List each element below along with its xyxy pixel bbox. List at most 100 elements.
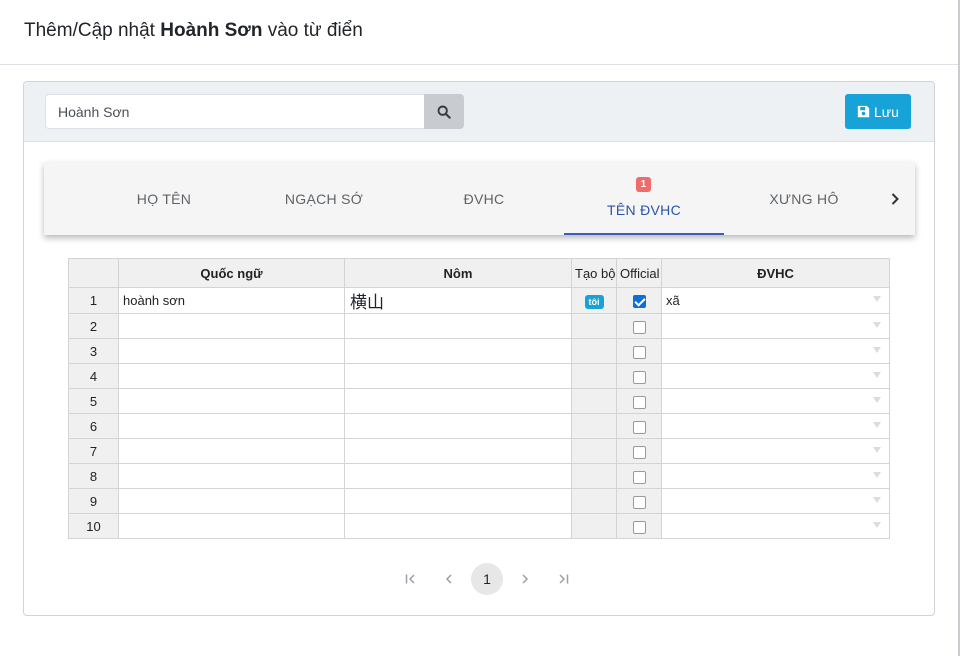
quoc-ngu-cell[interactable] bbox=[118, 313, 345, 339]
tabs-next-button[interactable] bbox=[885, 187, 905, 211]
quoc-ngu-cell[interactable]: hoành sơn bbox=[118, 287, 345, 314]
last-page-icon bbox=[559, 574, 569, 584]
nom-cell[interactable] bbox=[344, 388, 572, 414]
official-cell bbox=[616, 413, 662, 439]
tao-bo-cell[interactable] bbox=[571, 413, 617, 439]
nom-cell[interactable]: 横山 bbox=[344, 287, 572, 314]
dropdown-arrow-icon bbox=[873, 372, 881, 378]
row-number: 9 bbox=[68, 488, 119, 514]
row-number-header bbox=[68, 258, 119, 288]
dvhc-select-cell[interactable]: xã bbox=[661, 287, 890, 314]
tao-bo-cell[interactable] bbox=[571, 513, 617, 539]
official-cell bbox=[616, 513, 662, 539]
official-cell bbox=[616, 488, 662, 514]
dvhc-select-cell[interactable] bbox=[661, 363, 890, 389]
table-row: 4 bbox=[68, 363, 890, 389]
row-number: 7 bbox=[68, 438, 119, 464]
quoc-ngu-cell[interactable] bbox=[118, 388, 345, 414]
dvhc-select-cell[interactable] bbox=[661, 388, 890, 414]
table-header-row: Quốc ngữ Nôm Tạo bộ Official ĐVHC bbox=[68, 258, 890, 288]
nom-cell[interactable] bbox=[344, 313, 572, 339]
dvhc-select-cell[interactable] bbox=[661, 413, 890, 439]
table-row: 7 bbox=[68, 438, 890, 464]
tao-bo-cell[interactable] bbox=[571, 463, 617, 489]
official-checkbox[interactable] bbox=[632, 420, 646, 434]
official-checkbox[interactable] bbox=[632, 320, 646, 334]
dropdown-arrow-icon bbox=[873, 397, 881, 403]
tab-ngach-so[interactable]: NGẠCH SỚ bbox=[244, 162, 404, 235]
official-checkbox[interactable] bbox=[632, 395, 646, 409]
dvhc-header[interactable]: ĐVHC bbox=[661, 258, 890, 288]
table-row: 8 bbox=[68, 463, 890, 489]
tab-ho-ten[interactable]: HỌ TÊN bbox=[84, 162, 244, 235]
tao-bo-cell[interactable] bbox=[571, 338, 617, 364]
nom-cell[interactable] bbox=[344, 488, 572, 514]
nom-cell[interactable] bbox=[344, 413, 572, 439]
dvhc-select-cell[interactable] bbox=[661, 338, 890, 364]
floppy-disk-icon bbox=[857, 105, 870, 118]
tao-bo-cell[interactable] bbox=[571, 388, 617, 414]
names-table: Quốc ngữ Nôm Tạo bộ Official ĐVHC 1 hoành… bbox=[68, 258, 890, 539]
quoc-ngu-cell[interactable] bbox=[118, 338, 345, 364]
nom-header[interactable]: Nôm bbox=[344, 258, 572, 288]
page-button-current[interactable]: 1 bbox=[471, 563, 503, 595]
first-page-button[interactable] bbox=[392, 563, 430, 595]
tab-dvhc[interactable]: ĐVHC bbox=[404, 162, 564, 235]
quoc-ngu-cell[interactable] bbox=[118, 363, 345, 389]
last-page-button[interactable] bbox=[544, 563, 582, 595]
dvhc-select-cell[interactable] bbox=[661, 463, 890, 489]
tao-bo-tag[interactable]: tôi bbox=[584, 294, 604, 309]
dvhc-select-cell[interactable] bbox=[661, 313, 890, 339]
tab-label: HỌ TÊN bbox=[136, 190, 192, 207]
nom-cell[interactable] bbox=[344, 438, 572, 464]
dropdown-arrow-icon bbox=[873, 447, 881, 453]
tao-bo-cell[interactable] bbox=[571, 363, 617, 389]
save-button[interactable]: Lưu bbox=[845, 94, 911, 129]
next-page-button[interactable] bbox=[506, 563, 544, 595]
tao-bo-cell[interactable] bbox=[571, 488, 617, 514]
official-checkbox[interactable] bbox=[632, 295, 646, 309]
search-input[interactable] bbox=[45, 94, 425, 129]
tab-label: TÊN ĐVHC bbox=[607, 201, 681, 218]
dropdown-arrow-icon bbox=[873, 522, 881, 528]
tab-xung-ho[interactable]: XƯNG HÔ bbox=[724, 162, 884, 235]
official-checkbox[interactable] bbox=[632, 370, 646, 384]
prev-page-button[interactable] bbox=[430, 563, 468, 595]
tao-bo-header[interactable]: Tạo bộ bbox=[571, 258, 617, 288]
tab-ten-dvhc[interactable]: 1 TÊN ĐVHC bbox=[564, 162, 724, 235]
row-number: 5 bbox=[68, 388, 119, 414]
quoc-ngu-cell[interactable] bbox=[118, 463, 345, 489]
nom-cell[interactable] bbox=[344, 513, 572, 539]
nom-cell[interactable] bbox=[344, 463, 572, 489]
official-cell bbox=[616, 363, 662, 389]
row-number: 6 bbox=[68, 413, 119, 439]
dvhc-select-cell[interactable] bbox=[661, 488, 890, 514]
row-number: 3 bbox=[68, 338, 119, 364]
official-checkbox[interactable] bbox=[632, 520, 646, 534]
quoc-ngu-cell[interactable] bbox=[118, 413, 345, 439]
tao-bo-cell[interactable] bbox=[571, 313, 617, 339]
dvhc-select-cell[interactable] bbox=[661, 438, 890, 464]
nom-cell[interactable] bbox=[344, 363, 572, 389]
tab-label: NGẠCH SỚ bbox=[284, 190, 364, 207]
row-number: 10 bbox=[68, 513, 119, 539]
card-toolbar: Lưu bbox=[24, 82, 934, 142]
quoc-ngu-cell[interactable] bbox=[118, 513, 345, 539]
official-checkbox[interactable] bbox=[632, 495, 646, 509]
official-checkbox[interactable] bbox=[632, 345, 646, 359]
quoc-ngu-header[interactable]: Quốc ngữ bbox=[118, 258, 345, 288]
quoc-ngu-cell[interactable] bbox=[118, 438, 345, 464]
nom-cell[interactable] bbox=[344, 338, 572, 364]
official-cell bbox=[616, 287, 662, 314]
official-checkbox[interactable] bbox=[632, 445, 646, 459]
dropdown-arrow-icon bbox=[873, 347, 881, 353]
dvhc-select-cell[interactable] bbox=[661, 513, 890, 539]
search-button[interactable] bbox=[424, 94, 464, 129]
tao-bo-cell[interactable] bbox=[571, 438, 617, 464]
quoc-ngu-cell[interactable] bbox=[118, 488, 345, 514]
tao-bo-cell[interactable]: tôi bbox=[571, 287, 617, 314]
official-checkbox[interactable] bbox=[632, 470, 646, 484]
tab-bar: HỌ TÊN NGẠCH SỚ ĐVHC 1 TÊN ĐVHC XƯNG HÔ bbox=[44, 162, 915, 235]
official-header[interactable]: Official bbox=[616, 258, 662, 288]
table-row: 1 hoành sơn 横山 tôi xã bbox=[68, 287, 890, 314]
